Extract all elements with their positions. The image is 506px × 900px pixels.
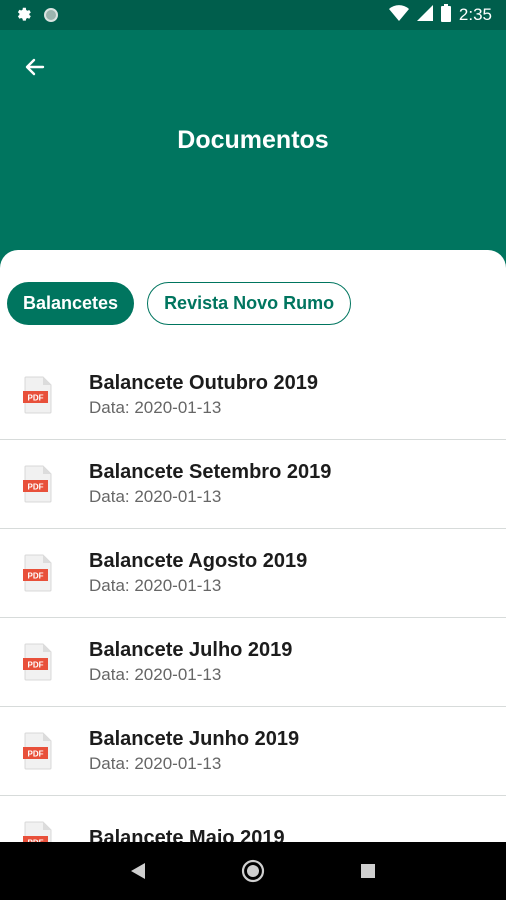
document-name: Balancete Maio 2019 [89, 827, 285, 842]
document-date: Data: 2020-01-13 [89, 576, 222, 595]
document-date: Data: 2020-01-13 [89, 398, 222, 417]
wifi-icon [388, 4, 409, 26]
cell-signal-icon [416, 4, 433, 26]
notification-dot-icon [44, 8, 58, 22]
nav-back-icon[interactable] [118, 851, 158, 891]
status-bar: 2:35 [0, 0, 506, 30]
document-name: Balancete Junho 2019 [89, 728, 300, 750]
pdf-icon: PDF [0, 376, 89, 414]
clock-time: 2:35 [458, 5, 492, 24]
document-name: Balancete Agosto 2019 [89, 550, 308, 572]
document-name: Balancete Outubro 2019 [89, 372, 318, 394]
pdf-icon: PDF [0, 732, 89, 770]
documents-sheet: Balancetes Revista Novo Rumo PDF Balance… [0, 250, 506, 842]
document-list: PDF Balancete Outubro 2019 Data: 2020-01… [0, 351, 506, 842]
nav-home-icon[interactable] [233, 851, 273, 891]
document-date: Data: 2020-01-13 [89, 487, 222, 506]
pdf-icon: PDF [0, 821, 89, 842]
pdf-icon: PDF [0, 465, 89, 503]
svg-text:PDF: PDF [28, 483, 44, 492]
list-item[interactable]: PDF Balancete Outubro 2019 Data: 2020-01… [0, 351, 506, 440]
tab-bar: Balancetes Revista Novo Rumo [0, 250, 506, 325]
list-item[interactable]: PDF Balancete Maio 2019 [0, 796, 506, 842]
list-item[interactable]: PDF Balancete Setembro 2019 Data: 2020-0… [0, 440, 506, 529]
svg-text:PDF: PDF [28, 394, 44, 403]
svg-text:PDF: PDF [28, 750, 44, 759]
tab-revista-novo-rumo[interactable]: Revista Novo Rumo [147, 282, 352, 325]
battery-icon [440, 3, 451, 27]
page-title: Documentos [177, 126, 329, 154]
nav-recents-icon[interactable] [348, 851, 388, 891]
pdf-icon: PDF [0, 643, 89, 681]
document-name: Balancete Julho 2019 [89, 639, 293, 661]
svg-text:PDF: PDF [28, 661, 44, 670]
settings-icon [14, 4, 32, 27]
svg-text:PDF: PDF [28, 572, 44, 581]
document-date: Data: 2020-01-13 [89, 754, 222, 773]
list-item[interactable]: PDF Balancete Julho 2019 Data: 2020-01-1… [0, 618, 506, 707]
back-arrow-icon[interactable] [18, 50, 52, 84]
list-item[interactable]: PDF Balancete Junho 2019 Data: 2020-01-1… [0, 707, 506, 796]
tab-balancetes[interactable]: Balancetes [7, 282, 135, 325]
document-date: Data: 2020-01-13 [89, 665, 222, 684]
list-item[interactable]: PDF Balancete Agosto 2019 Data: 2020-01-… [0, 529, 506, 618]
system-nav-bar [0, 842, 506, 900]
header: Documentos [0, 30, 506, 270]
pdf-icon: PDF [0, 554, 89, 592]
document-name: Balancete Setembro 2019 [89, 461, 332, 483]
